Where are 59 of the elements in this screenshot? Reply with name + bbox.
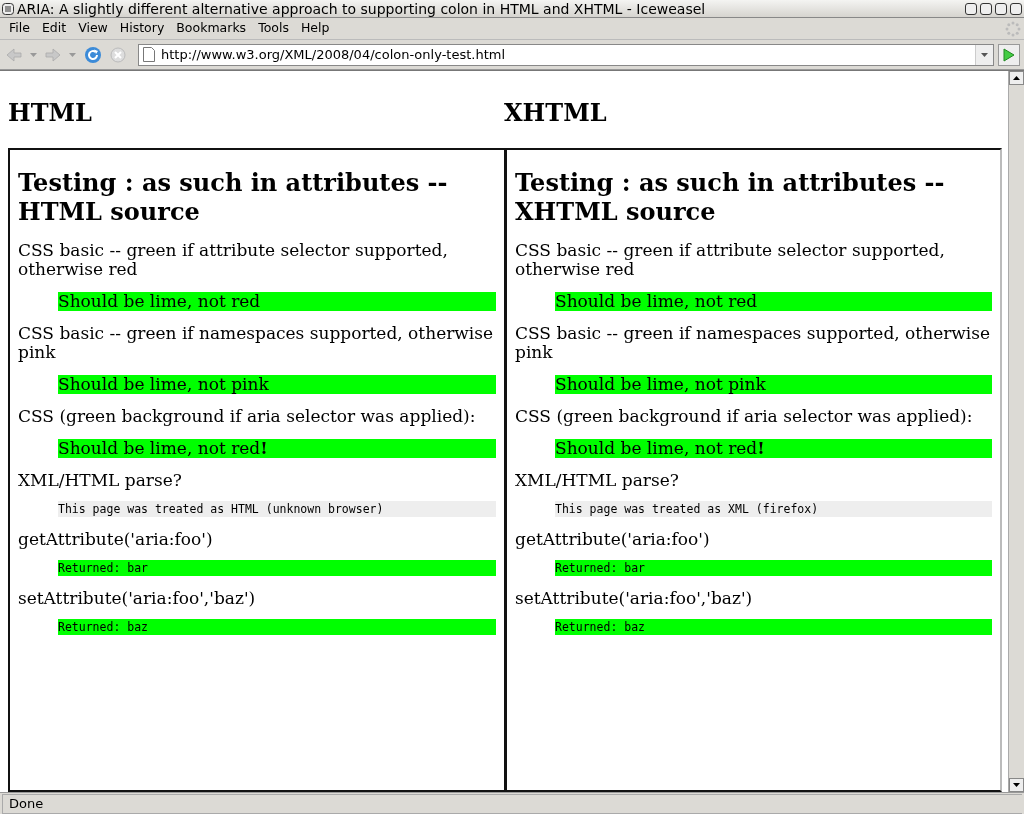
test-label: CSS (green background if aria selector was applied): xyxy=(18,407,477,426)
test-label: XML/HTML parse? xyxy=(515,471,680,490)
status-text: Done xyxy=(2,793,1022,814)
test-result: This page was treated as HTML (unknown browser) xyxy=(58,501,496,517)
test-result: Should be lime, not red xyxy=(555,292,992,311)
frame-title: Testing : as such in attributes -- HTML source xyxy=(18,168,449,226)
test-result: Should be lime, not red xyxy=(58,292,496,311)
window-title: ARIA: A slightly different alternative approach to supporting colon in HTML and XHTML - Iceweasel xyxy=(17,0,707,18)
test-result: Returned: bar xyxy=(58,560,496,576)
menu-item[interactable]: History xyxy=(113,19,171,38)
test-result: This page was treated as XML (firefox) xyxy=(555,501,992,517)
reload-button[interactable] xyxy=(82,45,104,64)
scroll-up-button[interactable] xyxy=(1009,71,1024,85)
test-label: XML/HTML parse? xyxy=(18,471,183,490)
stop-icon xyxy=(110,46,126,63)
caret-down-icon xyxy=(1013,783,1020,787)
caret-icon xyxy=(981,52,988,57)
test-result: Returned: bar xyxy=(555,560,992,576)
menu-item[interactable]: Tools xyxy=(252,19,295,38)
menu-item[interactable]: Help xyxy=(294,19,336,38)
test-result: Should be lime, not red! xyxy=(58,439,496,458)
url-dropdown-button[interactable] xyxy=(975,44,993,65)
back-arrow-icon xyxy=(6,46,22,63)
play-icon xyxy=(1003,47,1015,62)
caret-icon xyxy=(69,52,76,57)
test-label: CSS (green background if aria selector was applied): xyxy=(515,407,974,426)
close-button[interactable] xyxy=(1010,2,1022,15)
scroll-down-button[interactable] xyxy=(1009,778,1024,792)
menu-item[interactable]: View xyxy=(72,19,114,38)
maximize-button[interactable] xyxy=(995,2,1007,15)
shade-button[interactable] xyxy=(980,2,992,15)
test-result: Should be lime, not pink xyxy=(58,375,496,394)
minimize-button[interactable] xyxy=(965,2,977,15)
menu-item[interactable]: Bookmarks xyxy=(170,19,253,38)
caret-up-icon xyxy=(1013,76,1020,80)
forward-arrow-icon xyxy=(45,46,61,63)
test-label: CSS basic -- green if attribute selector supported, otherwise red xyxy=(515,241,946,279)
caret-icon xyxy=(30,52,37,57)
frame-title: Testing : as such in attributes -- XHTML source xyxy=(515,168,946,226)
menu-item[interactable]: Edit xyxy=(35,19,73,38)
throbber-icon xyxy=(1005,20,1021,37)
page-icon xyxy=(143,47,155,62)
column-heading: XHTML xyxy=(504,96,608,128)
test-label: CSS basic -- green if attribute selector supported, otherwise red xyxy=(18,241,449,279)
window-menu-icon[interactable] xyxy=(2,2,14,15)
test-result: Should be lime, not pink xyxy=(555,375,992,394)
menu-item[interactable]: File xyxy=(3,19,36,38)
go-button[interactable] xyxy=(998,43,1020,66)
test-result: Returned: baz xyxy=(58,619,496,635)
test-label: CSS basic -- green if namespaces supported, otherwise pink xyxy=(515,324,992,362)
test-result: Returned: baz xyxy=(555,619,992,635)
test-result: Should be lime, not red! xyxy=(555,439,992,458)
reload-icon xyxy=(84,45,102,64)
test-label: CSS basic -- green if namespaces supported, otherwise pink xyxy=(18,324,495,362)
test-label: setAttribute('aria:foo','baz') xyxy=(515,589,754,608)
test-label: setAttribute('aria:foo','baz') xyxy=(18,589,257,608)
test-label: getAttribute('aria:foo') xyxy=(18,530,214,549)
column-heading: HTML xyxy=(8,96,93,128)
test-label: getAttribute('aria:foo') xyxy=(515,530,711,549)
